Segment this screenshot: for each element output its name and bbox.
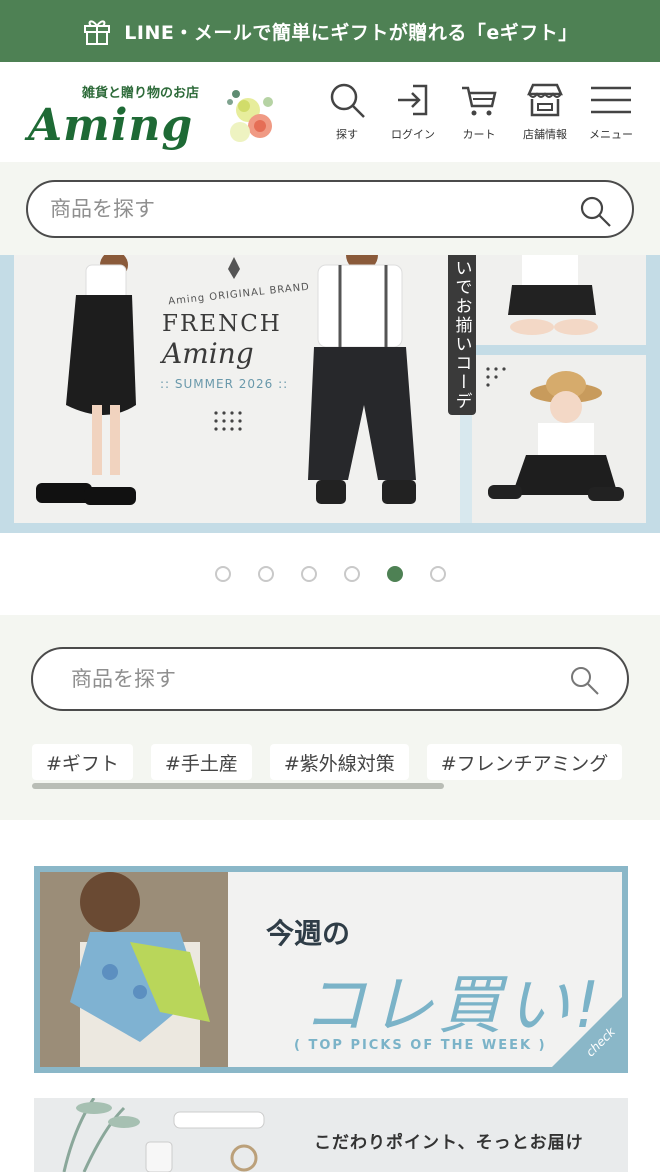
baby-hat-illustration	[486, 367, 624, 501]
nav-search[interactable]: 探す	[318, 80, 376, 142]
hashtag-list: #ギフト #手土産 #紫外線対策 #フレンチアミング	[32, 744, 632, 780]
site-header: 雑貨と贈り物のお店 Aming 探す ログイン カート 店舗情報 メニュー	[0, 62, 660, 162]
carousel-dot[interactable]	[214, 566, 231, 582]
header-nav: 探す ログイン カート 店舗情報 メニュー	[318, 80, 640, 142]
nav-store[interactable]: 店舗情報	[516, 80, 574, 142]
search-icon[interactable]	[578, 194, 612, 228]
carousel-pagination	[0, 533, 660, 615]
nav-store-label: 店舗情報	[523, 128, 567, 141]
plant-tube-illustration	[62, 1098, 265, 1172]
nav-login[interactable]: ログイン	[384, 80, 442, 142]
feature-caption: こだわりポイント、そっとお届け	[314, 1133, 584, 1153]
top-search-box[interactable]	[26, 180, 634, 238]
main-search-band: #ギフト #手土産 #紫外線対策 #フレンチアミング	[0, 615, 660, 820]
top-search-input[interactable]	[50, 197, 562, 221]
hashtag-item[interactable]: #ギフト	[32, 744, 133, 780]
scarf-photo	[40, 872, 228, 1067]
baby-photo-illustration	[508, 255, 598, 335]
hashtag-item[interactable]: #手土産	[150, 744, 252, 780]
nav-search-label: 探す	[336, 128, 358, 141]
nav-menu-label: メニュー	[589, 128, 633, 141]
cart-icon	[462, 86, 497, 116]
promo-text: LINE・メールで簡単にギフトが贈れる「eギフト」	[124, 21, 578, 44]
gift-icon	[84, 20, 111, 45]
search-icon[interactable]	[569, 665, 599, 695]
top-search-band	[0, 162, 660, 255]
carousel-dot[interactable]	[343, 566, 360, 582]
site-logo[interactable]: 雑貨と贈り物のお店 Aming	[28, 80, 278, 151]
login-icon	[398, 84, 428, 116]
nav-cart-label: カート	[462, 128, 496, 141]
nav-login-label: ログイン	[391, 128, 435, 141]
hero-vertical-tab: いでお揃いコーデ	[448, 255, 476, 415]
hero-title-line2: Aming	[162, 337, 254, 370]
hero-title-line1: FRENCH	[162, 311, 282, 337]
woman-scarf-illustration	[40, 872, 228, 1067]
weekly-english: ( TOP PICKS OF THE WEEK )	[294, 1038, 547, 1053]
menu-icon	[591, 86, 631, 114]
main-search-box[interactable]	[31, 647, 629, 711]
hashtag-scrollbar[interactable]	[32, 783, 444, 789]
nav-menu[interactable]: メニュー	[582, 80, 640, 142]
main-search-input[interactable]	[71, 667, 557, 691]
hero-season: :: SUMMER 2026 ::	[160, 377, 289, 391]
weekly-picks-banner[interactable]: 今週の コレ買い! ( TOP PICKS OF THE WEEK ) chec…	[34, 866, 628, 1073]
hashtag-item[interactable]: #フレンチアミング	[426, 744, 623, 780]
logo-brand: Aming	[28, 100, 194, 151]
carousel-dot[interactable]	[429, 566, 446, 582]
feature-banner[interactable]: こだわりポイント、そっとお届け	[34, 1098, 628, 1172]
hero-baby-sitting-panel	[472, 255, 646, 345]
logo-tagline: 雑貨と贈り物のお店	[82, 86, 200, 101]
weekly-heading: 今週の	[266, 917, 351, 950]
carousel-dot[interactable]	[300, 566, 317, 582]
store-icon	[527, 83, 563, 117]
search-icon	[330, 83, 365, 118]
hero-carousel[interactable]: いでお揃いコーデ Aming ORIGINAL BRAND FRENCH Ami…	[0, 255, 660, 533]
hashtag-item[interactable]: #紫外線対策	[269, 744, 409, 780]
carousel-dot-active[interactable]	[386, 566, 403, 582]
hero-baby-hat-panel	[472, 355, 646, 523]
flower-logo-icon	[227, 90, 273, 142]
carousel-dot[interactable]	[257, 566, 274, 582]
nav-cart[interactable]: カート	[450, 80, 508, 142]
promo-bar[interactable]: LINE・メールで簡単にギフトが贈れる「eギフト」	[0, 0, 660, 62]
